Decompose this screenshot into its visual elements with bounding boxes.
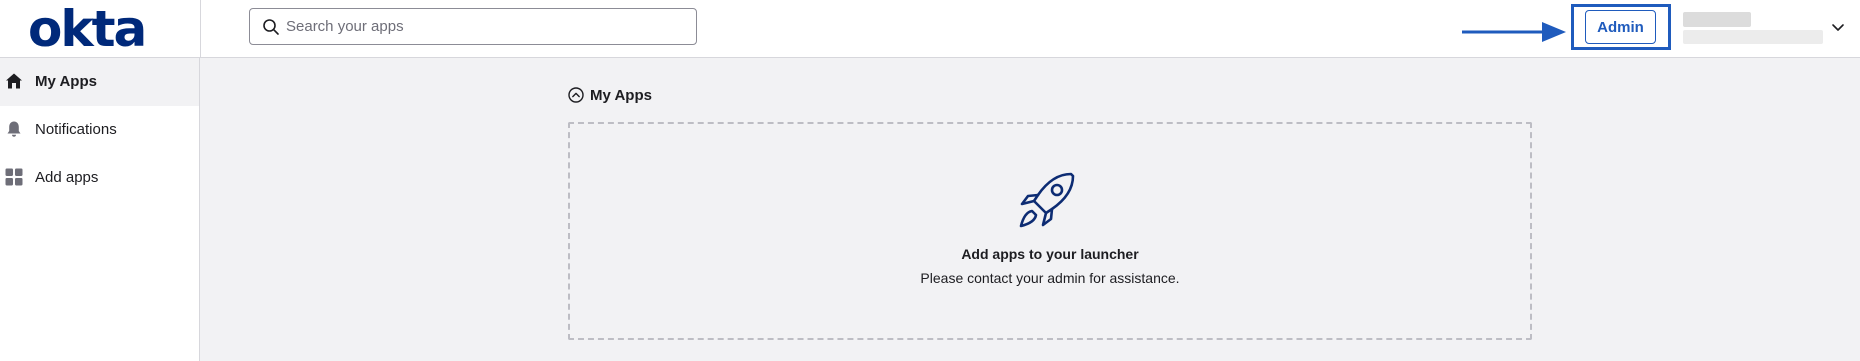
admin-button[interactable]: Admin xyxy=(1585,10,1656,44)
sidebar-item-label: My Apps xyxy=(35,73,97,90)
empty-state-title: Add apps to your launcher xyxy=(961,246,1139,262)
search-box[interactable] xyxy=(249,8,697,45)
top-header: okta Admin xyxy=(0,0,1860,58)
sidebar: My Apps Notifications Add apps xyxy=(0,58,200,361)
collapse-chevron-icon[interactable] xyxy=(568,87,584,103)
user-name-redacted[interactable] xyxy=(1683,12,1751,27)
section-title: My Apps xyxy=(590,87,652,104)
chevron-down-icon[interactable] xyxy=(1830,19,1846,35)
home-icon xyxy=(6,73,22,89)
header-divider xyxy=(200,0,201,58)
sidebar-item-label: Add apps xyxy=(35,169,99,186)
user-org-redacted[interactable] xyxy=(1683,30,1823,44)
grid-icon xyxy=(5,168,23,186)
search-input[interactable] xyxy=(286,9,686,44)
annotation-arrow-icon xyxy=(1462,22,1566,42)
bell-icon xyxy=(7,121,21,137)
okta-logo[interactable]: okta xyxy=(28,4,147,54)
sidebar-item-notifications[interactable]: Notifications xyxy=(0,106,199,154)
sidebar-item-my-apps[interactable]: My Apps xyxy=(0,58,199,106)
sidebar-item-add-apps[interactable]: Add apps xyxy=(0,154,199,202)
empty-state-subtitle: Please contact your admin for assistance… xyxy=(920,270,1180,286)
sidebar-item-label: Notifications xyxy=(35,121,117,138)
search-icon xyxy=(263,19,279,35)
rocket-icon xyxy=(1019,172,1075,228)
